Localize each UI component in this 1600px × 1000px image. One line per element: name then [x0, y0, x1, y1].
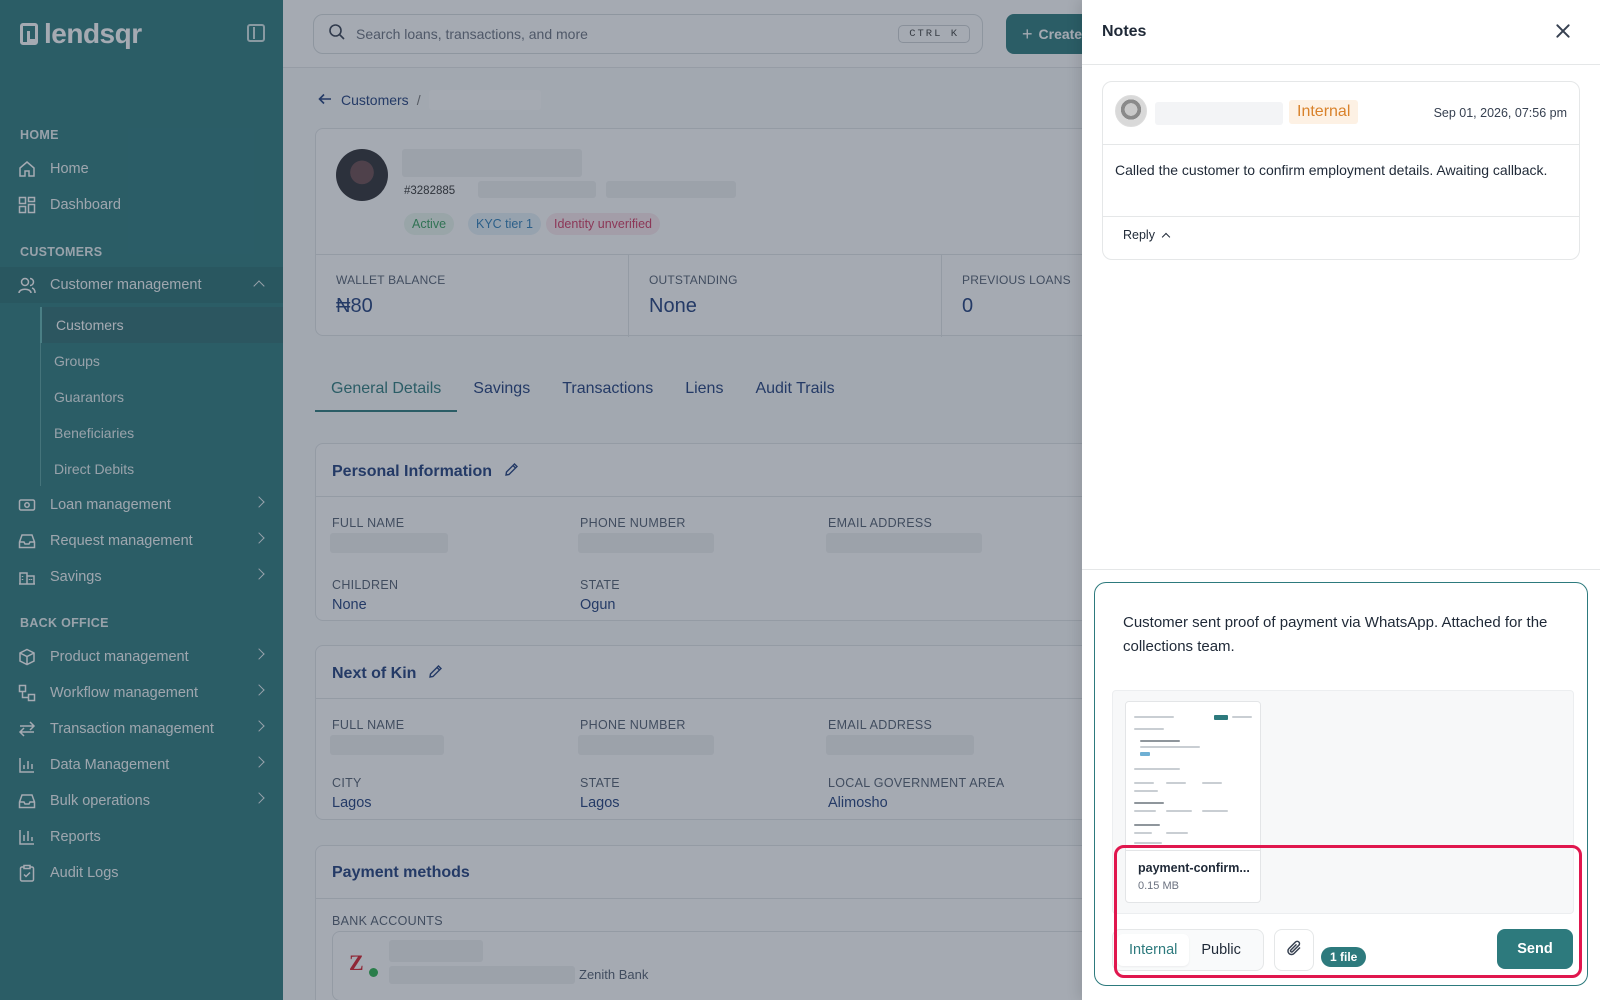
- send-button[interactable]: Send: [1497, 929, 1573, 969]
- notes-panel: Notes Internal Sep 01, 2026, 07:56 pm Ca…: [1082, 0, 1600, 1000]
- attachment-size: 0.15 MB: [1138, 880, 1179, 892]
- divider: [1082, 569, 1600, 570]
- notes-panel-header: Notes: [1082, 0, 1600, 65]
- visibility-badge: Internal: [1289, 100, 1359, 124]
- visibility-internal-option[interactable]: Internal: [1117, 934, 1190, 966]
- chevron-up-icon: [1161, 232, 1171, 241]
- reply-button[interactable]: Reply: [1123, 228, 1171, 242]
- notes-title: Notes: [1102, 23, 1147, 40]
- attachment-name: payment-confirm...: [1138, 861, 1250, 875]
- attach-file-button[interactable]: [1274, 929, 1314, 971]
- document-thumbnail: [1126, 702, 1260, 848]
- divider: [1103, 144, 1579, 145]
- file-count-badge: 1 file: [1321, 947, 1367, 967]
- note-timestamp: Sep 01, 2026, 07:56 pm: [1433, 106, 1567, 120]
- visibility-toggle: Internal Public: [1112, 929, 1264, 971]
- divider: [1103, 216, 1579, 217]
- note-author-redacted: [1155, 102, 1283, 125]
- avatar: [1115, 95, 1147, 127]
- note-body: Called the customer to confirm employmen…: [1115, 162, 1548, 178]
- attachment-preview[interactable]: payment-confirm... 0.15 MB: [1125, 701, 1261, 903]
- visibility-public-option[interactable]: Public: [1189, 934, 1253, 966]
- close-icon[interactable]: [1552, 20, 1574, 42]
- attachment-info: payment-confirm... 0.15 MB: [1126, 850, 1260, 902]
- note-item: Internal Sep 01, 2026, 07:56 pm Called t…: [1102, 81, 1580, 260]
- attachment-area: payment-confirm... 0.15 MB: [1112, 690, 1574, 914]
- note-input[interactable]: Customer sent proof of payment via Whats…: [1123, 611, 1563, 659]
- note-composer: Customer sent proof of payment via Whats…: [1094, 582, 1588, 986]
- reply-label: Reply: [1123, 228, 1155, 242]
- modal-backdrop[interactable]: [0, 0, 1082, 1000]
- paperclip-icon: [1285, 939, 1303, 962]
